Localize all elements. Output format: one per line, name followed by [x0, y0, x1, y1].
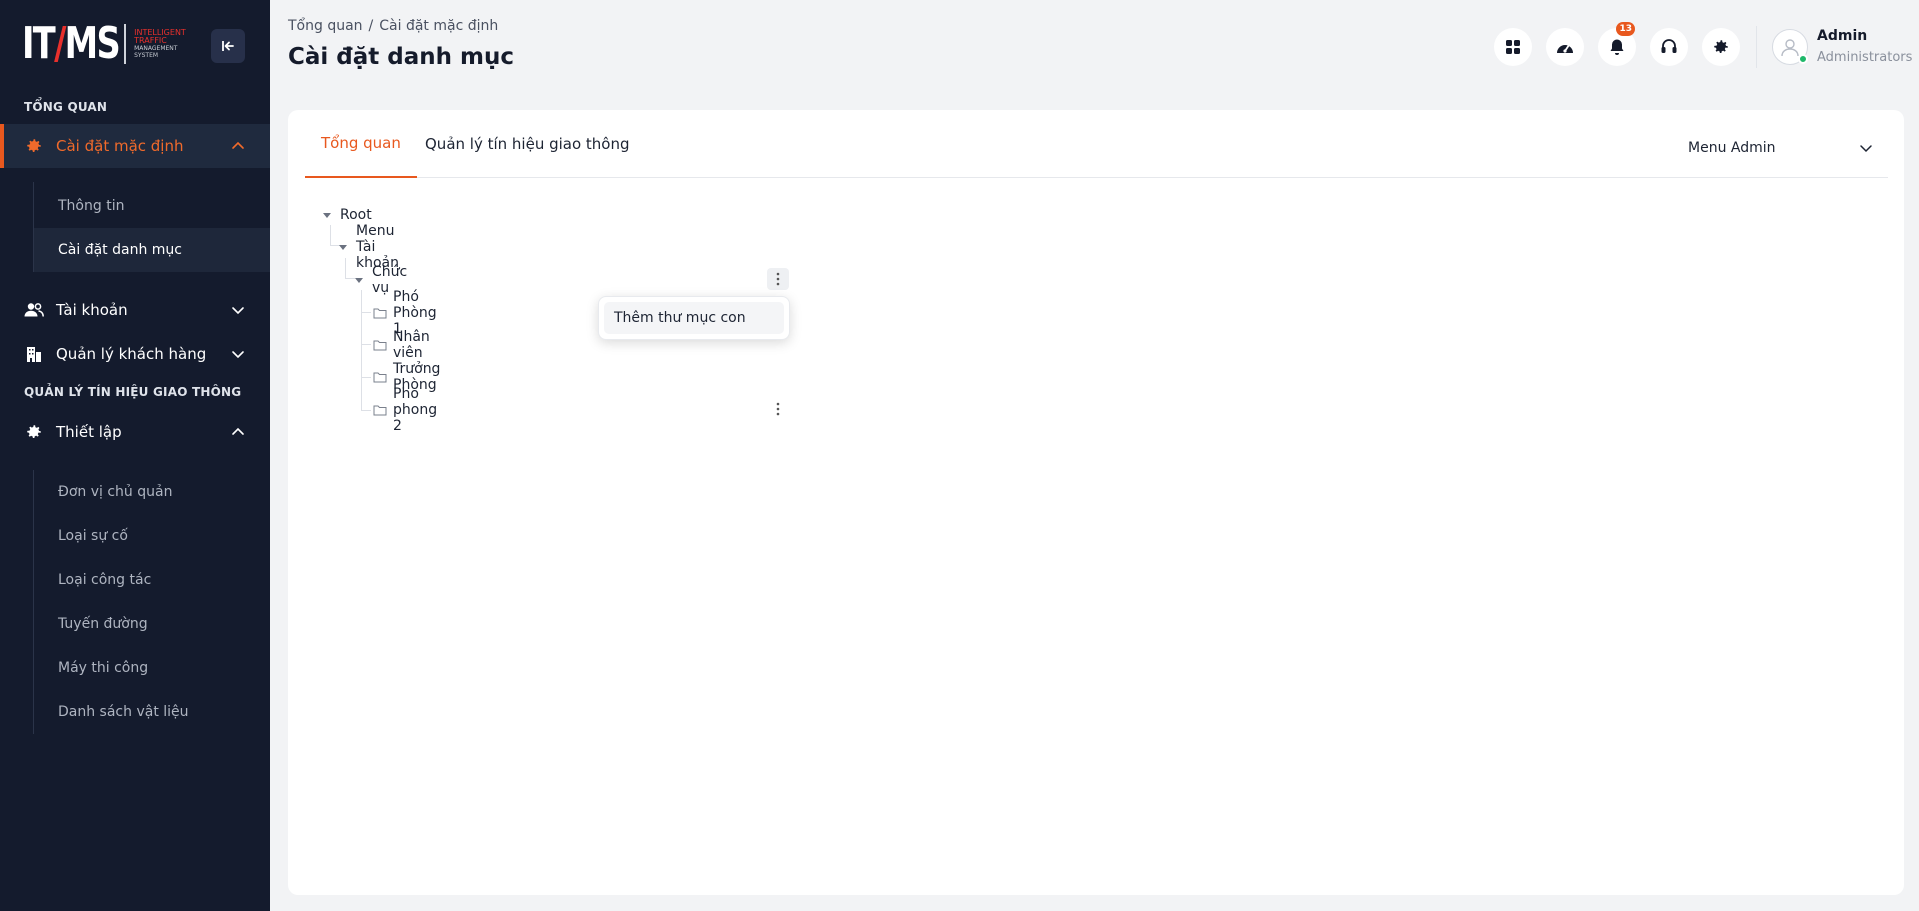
tab-overview[interactable]: Tổng quan [305, 110, 417, 178]
gear-icon [24, 422, 44, 442]
sidebar-subitem-work-type[interactable]: Loại công tác [34, 558, 270, 602]
breadcrumb-home[interactable]: Tổng quan [288, 18, 363, 34]
content-card: Tổng quan Quản lý tín hiệu giao thông Me… [288, 110, 1904, 895]
tab-bar: Tổng quan Quản lý tín hiệu giao thông Me… [305, 110, 1888, 178]
logo-tagline: INTELLIGENT TRAFFIC MANAGEMENT SYSTEM [134, 28, 186, 60]
online-status-dot [1798, 54, 1808, 64]
context-menu: Thêm thư mục con [598, 296, 790, 340]
node-actions-button[interactable] [767, 268, 789, 290]
folder-icon [373, 339, 387, 351]
tree-node-label: Root [340, 207, 372, 223]
dashboard-button[interactable] [1546, 28, 1584, 66]
sidebar-section-overview: TỔNG QUAN [24, 100, 108, 114]
tree-node-label: Pho phong 2 [393, 386, 438, 434]
sidebar-subitem-incident-type[interactable]: Loại sự cố [34, 514, 270, 558]
sidebar-subitem-owner-unit[interactable]: Đơn vị chủ quản [34, 470, 270, 514]
sidebar-item-customers[interactable]: Quản lý khách hàng [0, 332, 270, 376]
grid-icon [1506, 40, 1520, 54]
sidebar-item-label: Quản lý khách hàng [56, 345, 207, 363]
caret-down-icon[interactable] [322, 210, 332, 220]
sidebar-subitem-materials[interactable]: Danh sách vật liệu [34, 690, 270, 734]
logo: I T / M S INTELLIGENT TRAFFIC MANAGEMENT SYS… [22, 22, 186, 66]
apps-button[interactable] [1494, 28, 1532, 66]
page-title: Cài đặt danh mục [288, 44, 514, 70]
folder-icon [373, 307, 387, 319]
chevron-down-icon [1860, 145, 1872, 153]
sidebar-item-accounts[interactable]: Tài khoản [0, 288, 270, 332]
avatar[interactable] [1772, 29, 1808, 65]
support-button[interactable] [1650, 28, 1688, 66]
chevron-down-icon [232, 307, 244, 315]
headset-icon [1661, 39, 1677, 53]
menu-select[interactable]: Menu Admin [1688, 136, 1873, 160]
breadcrumb: Tổng quan / Cài đặt mặc định [288, 18, 498, 34]
user-role: Administrators [1817, 50, 1913, 65]
sidebar-subitem-category-settings[interactable]: Cài đặt danh mục [34, 228, 270, 272]
settings-button[interactable] [1702, 28, 1740, 66]
sidebar-item-default-settings[interactable]: Cài đặt mặc định [0, 124, 270, 168]
notifications-button[interactable]: 13 [1598, 22, 1636, 66]
add-subfolder-menu-item[interactable]: Thêm thư mục con [604, 302, 784, 334]
chevron-down-icon [232, 351, 244, 359]
chevron-up-icon [232, 427, 244, 435]
bell-icon [1610, 39, 1624, 55]
tree-node-account-menu[interactable]: Menu Tài khoản [338, 223, 399, 271]
sidebar: I T / M S INTELLIGENT TRAFFIC MANAGEMENT SYS… [0, 0, 270, 911]
sidebar-subitem-info[interactable]: Thông tin [34, 184, 270, 228]
collapse-left-icon [222, 41, 234, 51]
tree-leaf[interactable]: Trưởng Phòng [373, 361, 440, 393]
speedometer-icon [1557, 44, 1573, 53]
sidebar-item-setup[interactable]: Thiết lập [0, 410, 270, 454]
users-icon [24, 300, 44, 320]
sidebar-subitem-routes[interactable]: Tuyến đường [34, 602, 270, 646]
tree-node-label: Nhân viên [393, 329, 430, 361]
chevron-up-icon [232, 141, 244, 149]
user-icon [1781, 39, 1799, 57]
tab-traffic-signal[interactable]: Quản lý tín hiệu giao thông [409, 110, 646, 178]
logo-mark: I T / M S [22, 18, 121, 69]
gear-icon [24, 136, 44, 156]
folder-icon [373, 371, 387, 383]
tree-leaf[interactable]: Pho phong 2 [373, 386, 437, 434]
sidebar-section-traffic: QUẢN LÝ TÍN HIỆU GIAO THÔNG [24, 385, 242, 399]
building-icon [24, 344, 44, 364]
more-vertical-icon [776, 272, 780, 286]
tree-leaf[interactable]: Phó Phòng 1 [373, 289, 437, 337]
breadcrumb-separator: / [368, 18, 374, 34]
user-name[interactable]: Admin [1817, 28, 1867, 44]
menu-select-value: Menu Admin [1688, 140, 1776, 156]
sidebar-subitem-machines[interactable]: Máy thi công [34, 646, 270, 690]
tree-leaf[interactable]: Nhân viên [373, 329, 430, 361]
sidebar-item-label: Tài khoản [56, 301, 128, 319]
folder-icon [373, 404, 387, 416]
collapse-sidebar-button[interactable] [211, 29, 245, 63]
sidebar-item-label: Cài đặt mặc định [56, 137, 184, 155]
caret-down-icon[interactable] [354, 275, 364, 285]
gear-icon [1714, 40, 1728, 53]
tree-node-position[interactable]: Chức vụ [354, 264, 407, 296]
notification-badge: 13 [1616, 22, 1635, 36]
sidebar-item-label: Thiết lập [56, 423, 122, 441]
breadcrumb-current[interactable]: Cài đặt mặc định [379, 18, 498, 34]
more-vertical-icon [776, 402, 780, 416]
caret-down-icon[interactable] [338, 242, 348, 252]
node-actions-button[interactable] [767, 398, 789, 420]
